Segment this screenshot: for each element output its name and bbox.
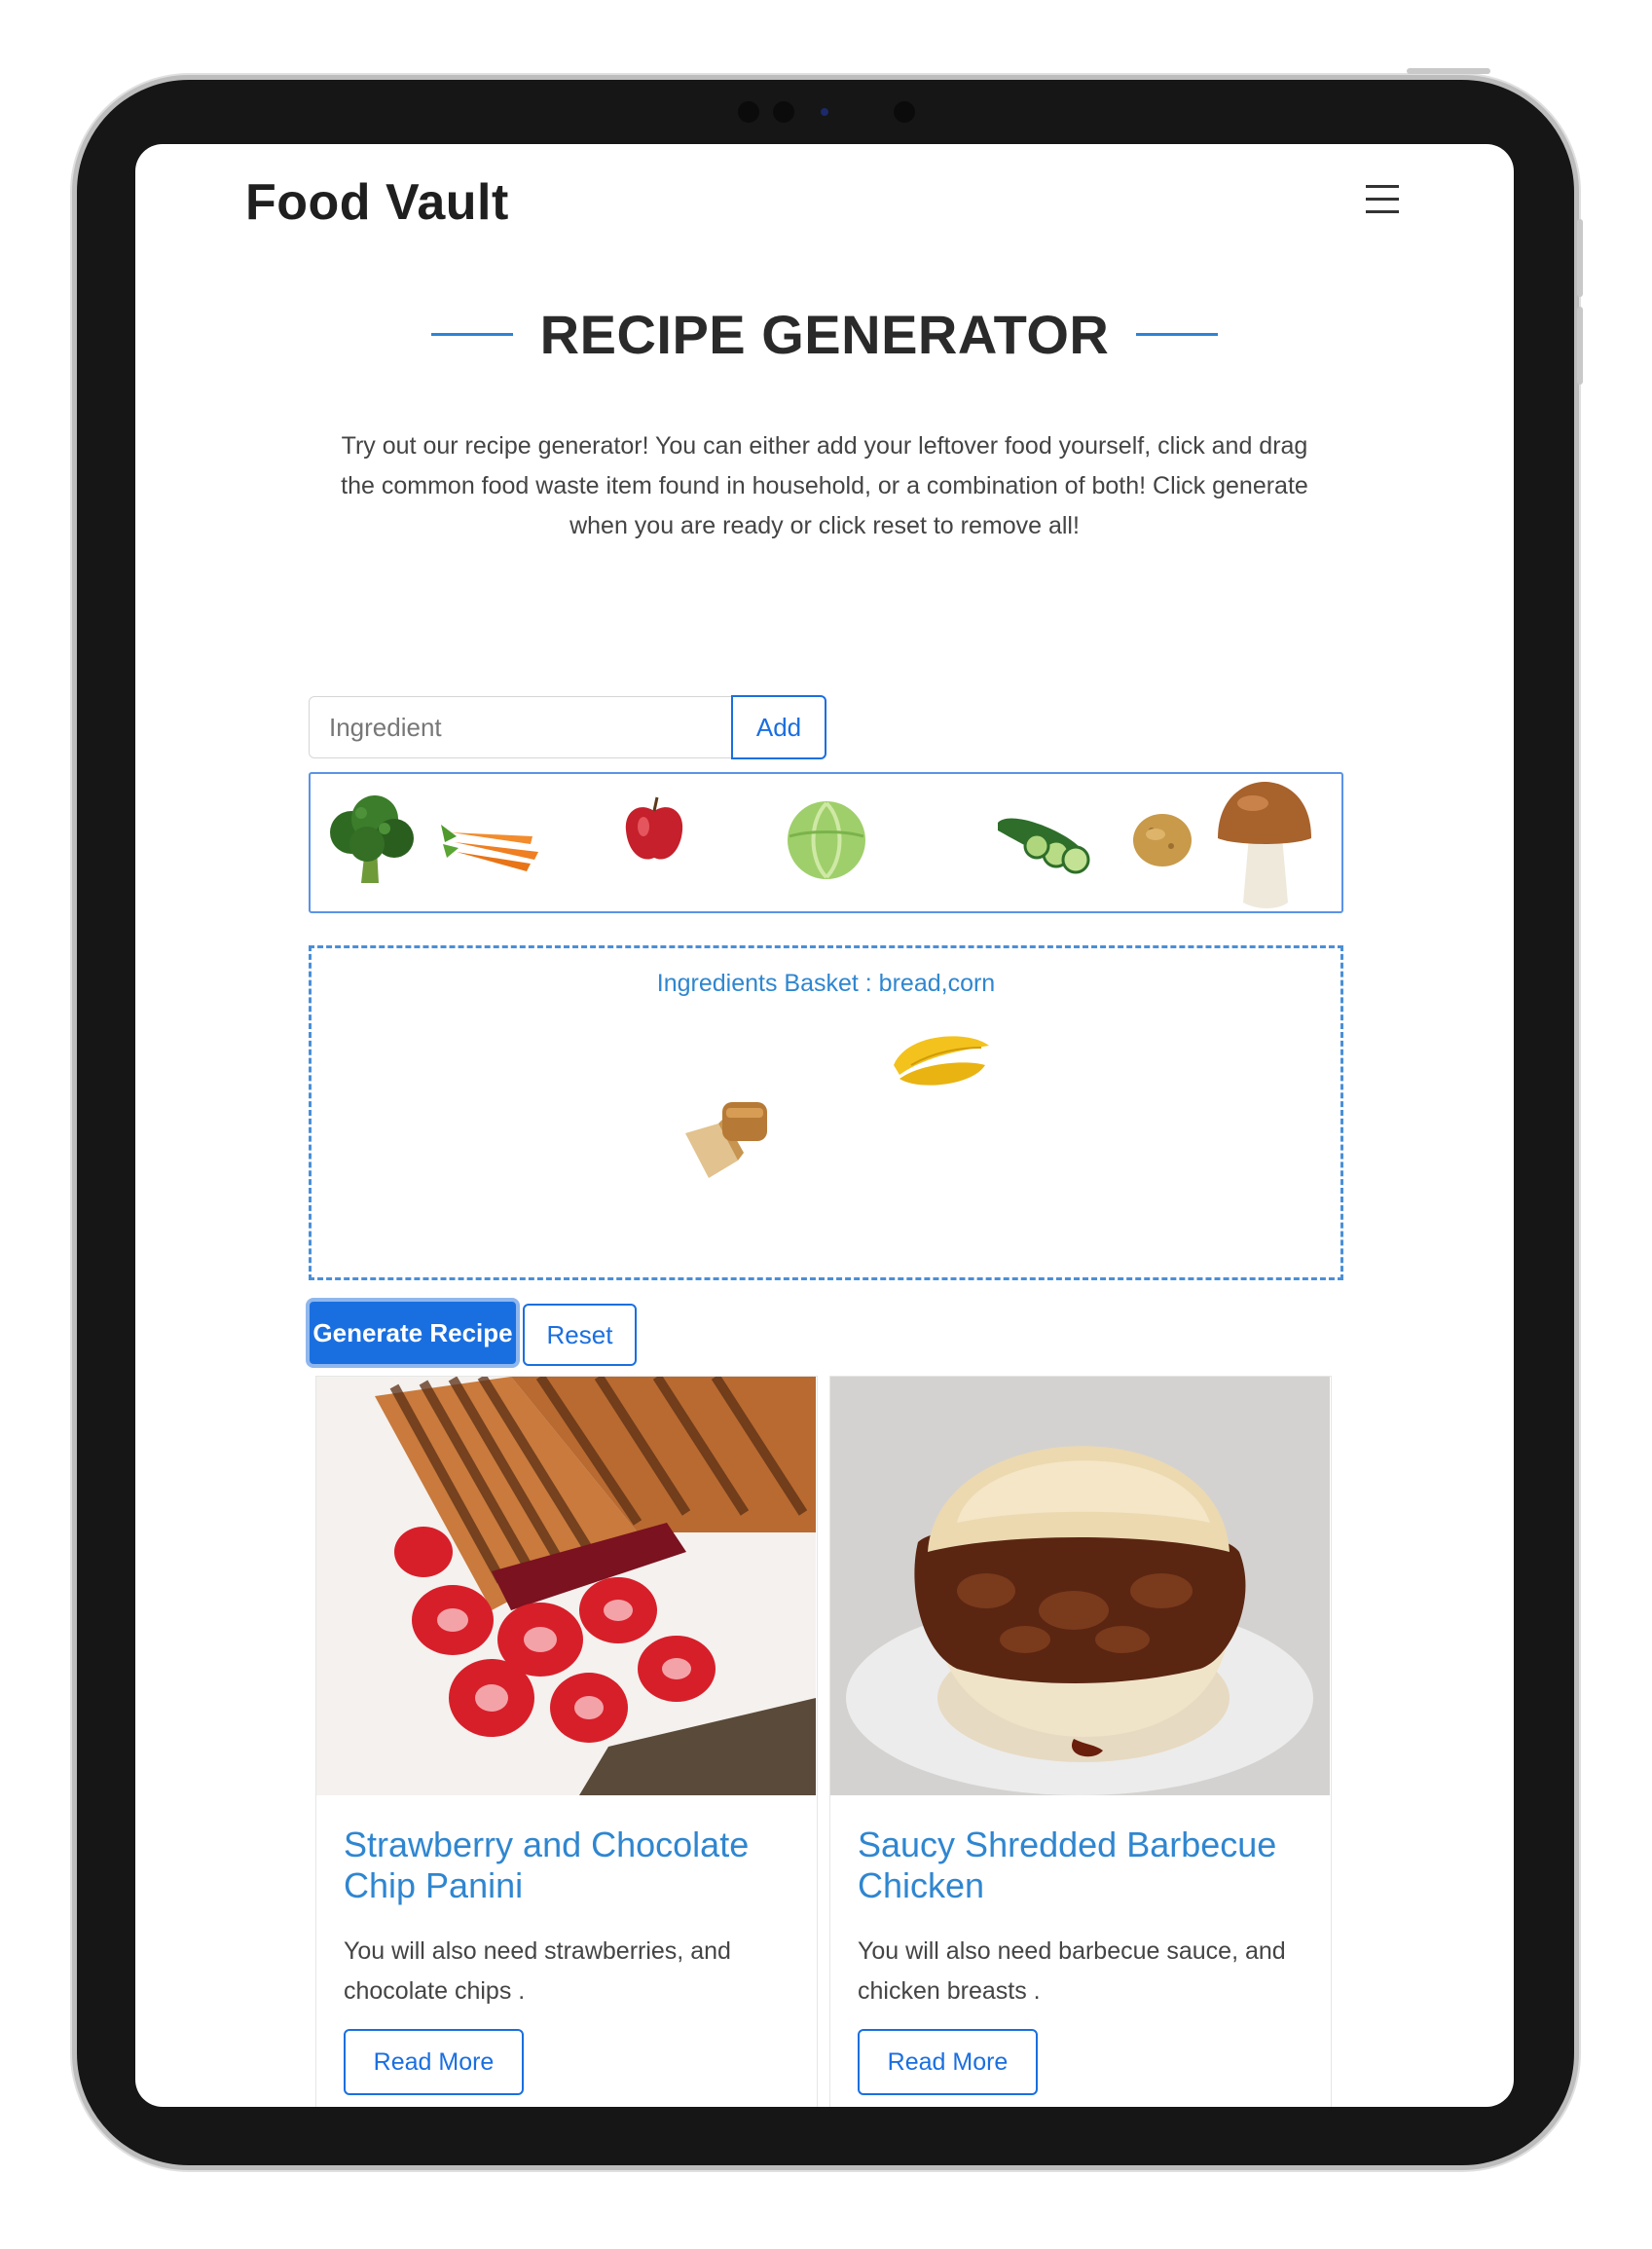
recipe-description: You will also need strawberries, and cho… [344,1937,731,2005]
brand-logo[interactable]: Food Vault [245,173,509,232]
recipe-card: Saucy Shredded Barbecue Chicken You will… [829,1376,1332,2107]
sensor-dot [773,101,794,123]
bbq-chicken-sandwich-photo[interactable] [830,1377,1330,1795]
volume-up-button [1577,219,1583,297]
cabbage-icon[interactable] [780,792,873,885]
basket-label: Ingredients Basket : bread,corn [656,970,996,997]
read-more-button[interactable]: Read More [858,2029,1038,2095]
broccoli-icon[interactable] [322,790,420,887]
bread-icon[interactable] [679,1085,777,1182]
volume-down-button [1577,307,1583,385]
sensor-dot [894,101,915,123]
ingredient-input[interactable] [309,696,733,758]
recipe-title-link[interactable]: Strawberry and Chocolate Chip Panini [344,1825,791,1906]
recipe-card: Strawberry and Chocolate Chip Panini You… [315,1376,818,2107]
recipe-title-link[interactable]: Saucy Shredded Barbecue Chicken [858,1825,1305,1906]
page-title: RECIPE GENERATOR [539,303,1110,365]
section-header: RECIPE GENERATOR [135,300,1514,368]
corn-icon[interactable] [888,1026,995,1094]
title-decoration-line [430,332,513,336]
ingredients-basket[interactable]: Ingredients Basket : bread,corn [309,945,1343,1280]
sensor-dot [738,101,759,123]
camera-lens [821,108,828,116]
carrots-icon[interactable] [437,803,544,881]
potato-icon[interactable] [1128,809,1196,871]
panini-with-strawberries-photo[interactable] [316,1377,816,1795]
mushroom-icon[interactable] [1214,778,1315,910]
power-button [1407,68,1490,74]
generate-recipe-button[interactable]: Generate Recipe [306,1298,520,1368]
add-ingredient-button[interactable]: Add [731,695,826,759]
hamburger-menu-icon[interactable] [1366,185,1399,214]
recipe-description: You will also need barbecue sauce, and c… [858,1937,1286,2005]
ingredient-palette [309,772,1343,913]
apple-icon[interactable] [620,795,688,867]
title-decoration-line [1136,332,1219,336]
page-description: Try out our recipe generator! You can ei… [341,432,1308,539]
cucumber-icon[interactable] [992,803,1099,881]
reset-button[interactable]: Reset [523,1304,637,1366]
camera-bar [709,97,942,127]
screen: Food Vault RECIPE GENERATOR Try out our … [135,144,1514,2107]
read-more-button[interactable]: Read More [344,2029,524,2095]
